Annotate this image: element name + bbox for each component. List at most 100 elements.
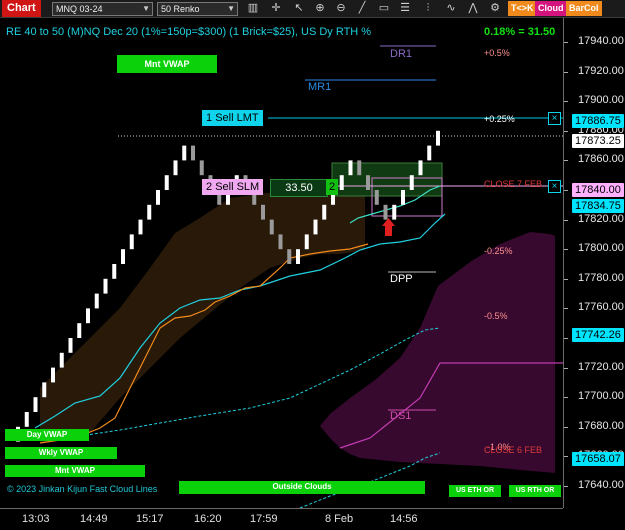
outside-clouds-button[interactable]: Outside Clouds — [179, 481, 425, 494]
draw-line-icon[interactable]: ╱ — [354, 0, 370, 17]
bar-type-icon[interactable]: ▥ — [245, 0, 261, 17]
y-axis-label: 17680.00 — [578, 419, 624, 432]
y-axis-tick — [564, 456, 568, 458]
zoom-in-icon[interactable]: ⊕ — [312, 0, 328, 17]
y-axis-label: 17900.00 — [578, 94, 624, 107]
bar-type-label: 50 Renko — [161, 4, 200, 14]
y-axis-tick — [564, 190, 568, 191]
y-axis-tick — [564, 278, 568, 280]
x-axis-label: 8 Feb — [325, 513, 354, 525]
y-axis-label: 17760.00 — [578, 301, 624, 314]
pct-label-minus-0-25: -0.25% — [484, 246, 513, 256]
renko-brick-up — [59, 352, 64, 368]
y-axis-label: 17820.00 — [578, 212, 624, 225]
y-axis-label: 17700.00 — [578, 390, 624, 403]
cancel-sell-lmt-icon[interactable]: × — [548, 112, 561, 125]
renko-brick-up — [304, 234, 309, 250]
position-qty[interactable]: 2 — [326, 179, 338, 195]
pct-label-plus-0-5: +0.5% — [484, 48, 510, 58]
tk-button[interactable]: T<>K — [508, 1, 537, 16]
dropdown-arrow-icon: ▼ — [227, 4, 235, 13]
renko-brick-up — [147, 204, 152, 220]
crosshair-icon[interactable]: ✛ — [268, 0, 284, 17]
draw-tools-icon[interactable]: ⋀ — [465, 0, 481, 17]
y-axis-tick — [564, 426, 568, 428]
renko-brick-up — [418, 160, 423, 176]
y-axis-label: 17920.00 — [578, 64, 624, 77]
renko-brick-up — [121, 249, 125, 264]
x-axis-label: 17:59 — [250, 513, 278, 525]
renko-brick-up — [77, 323, 82, 338]
strategy-icon[interactable]: ∿ — [443, 0, 459, 17]
instrument-label: MNQ 03-24 — [56, 4, 103, 14]
renko-brick-up — [164, 175, 169, 190]
trade-icon[interactable]: ⚙ — [487, 0, 503, 17]
data-box-icon[interactable]: ▭ — [376, 0, 392, 17]
mr1-label: MR1 — [308, 81, 332, 93]
renko-brick-down — [366, 175, 370, 190]
us-rth-or-button[interactable]: US RTH OR — [509, 485, 561, 497]
kumo-cloud-pink — [320, 232, 555, 473]
sell-lmt-order[interactable]: 1 Sell LMT — [202, 110, 263, 126]
sell-slm-qty: 2 — [206, 181, 213, 193]
cursor-icon[interactable]: ↖ — [291, 0, 307, 17]
mnt-vwap-button[interactable]: Mnt VWAP — [5, 465, 145, 477]
properties-icon[interactable]: ☰ — [397, 0, 413, 17]
chart-header: RE 40 to 50 (M)NQ Dec 20 (1%=150p=$300) … — [6, 26, 372, 38]
pct-label-plus-0-25: +0.25% — [484, 114, 515, 124]
renko-brick-up — [313, 219, 318, 235]
instrument-selector[interactable]: MNQ 03-24 ▼ — [52, 2, 153, 16]
renko-brick-down — [191, 145, 195, 161]
price-axis[interactable]: 17640.0017660.0017680.0017700.0017720.00… — [563, 18, 625, 508]
mnt-vwap-top-button[interactable]: Mnt VWAP — [117, 55, 217, 73]
renko-brick-up — [86, 308, 90, 324]
renko-brick-up — [339, 175, 344, 190]
time-axis[interactable]: 13:03 14:49 15:17 16:20 17:59 8 Feb 14:56 — [0, 508, 563, 530]
renko-brick-down — [374, 190, 379, 205]
barcol-button[interactable]: BarCol — [566, 1, 602, 16]
y-axis-tick — [564, 308, 568, 310]
dpp-label: DPP — [390, 273, 413, 285]
renko-brick-up — [42, 382, 47, 398]
wkly-vwap-button[interactable]: Wkly VWAP — [5, 447, 117, 459]
renko-brick-up — [348, 160, 353, 176]
change-label: 0.18% = 31.50 — [484, 26, 556, 38]
renko-brick-up — [68, 338, 73, 353]
chart-panel[interactable]: RE 40 to 50 (M)NQ Dec 20 (1%=150p=$300) … — [0, 18, 563, 508]
y-axis-tick — [564, 397, 568, 399]
renko-brick-up — [296, 249, 300, 264]
position-pnl[interactable]: 33.50 — [270, 179, 328, 197]
y-axis-label: 17800.00 — [578, 242, 624, 255]
renko-brick-down — [261, 204, 265, 220]
renko-brick-up — [138, 219, 143, 235]
y-axis-tick — [564, 219, 568, 221]
cloud-button[interactable]: Cloud — [535, 1, 567, 16]
price-marker: 17742.26 — [572, 327, 624, 342]
renko-brick-up — [112, 264, 117, 279]
bar-type-selector[interactable]: 50 Renko ▼ — [157, 2, 238, 16]
renko-brick-down — [269, 219, 274, 235]
price-marker: 17886.75 — [572, 113, 624, 128]
renko-brick-up — [392, 204, 397, 220]
us-eth-or-button[interactable]: US ETH OR — [449, 485, 501, 497]
renko-brick-up — [401, 190, 405, 205]
renko-brick-up — [156, 190, 160, 205]
renko-brick-up — [24, 412, 29, 427]
close-6feb-label: CLOSE 6 FEB — [484, 445, 543, 455]
price-marker: 17873.25 — [572, 133, 624, 148]
toolbar: Chart MNQ 03-24 ▼ 50 Renko ▼ ▥ ✛ ↖ ⊕ ⊖ ╱… — [0, 0, 625, 18]
renko-brick-up — [94, 293, 99, 309]
zoom-out-icon[interactable]: ⊖ — [333, 0, 349, 17]
cancel-sell-slm-icon[interactable]: × — [548, 180, 561, 193]
sell-slm-order[interactable]: 2 Sell SLM — [202, 179, 264, 195]
window-title: Chart — [2, 0, 41, 17]
day-vwap-button[interactable]: Day VWAP — [5, 429, 89, 441]
renko-brick-up — [129, 234, 134, 250]
renko-brick-up — [33, 397, 38, 412]
renko-brick-up — [427, 145, 432, 161]
y-axis-label: 17860.00 — [578, 153, 624, 166]
price-marker: 17658.07 — [572, 452, 624, 467]
x-axis-label: 13:03 — [22, 513, 50, 525]
x-axis-label: 16:20 — [194, 513, 222, 525]
indicators-icon[interactable]: ⫶ — [420, 0, 436, 17]
